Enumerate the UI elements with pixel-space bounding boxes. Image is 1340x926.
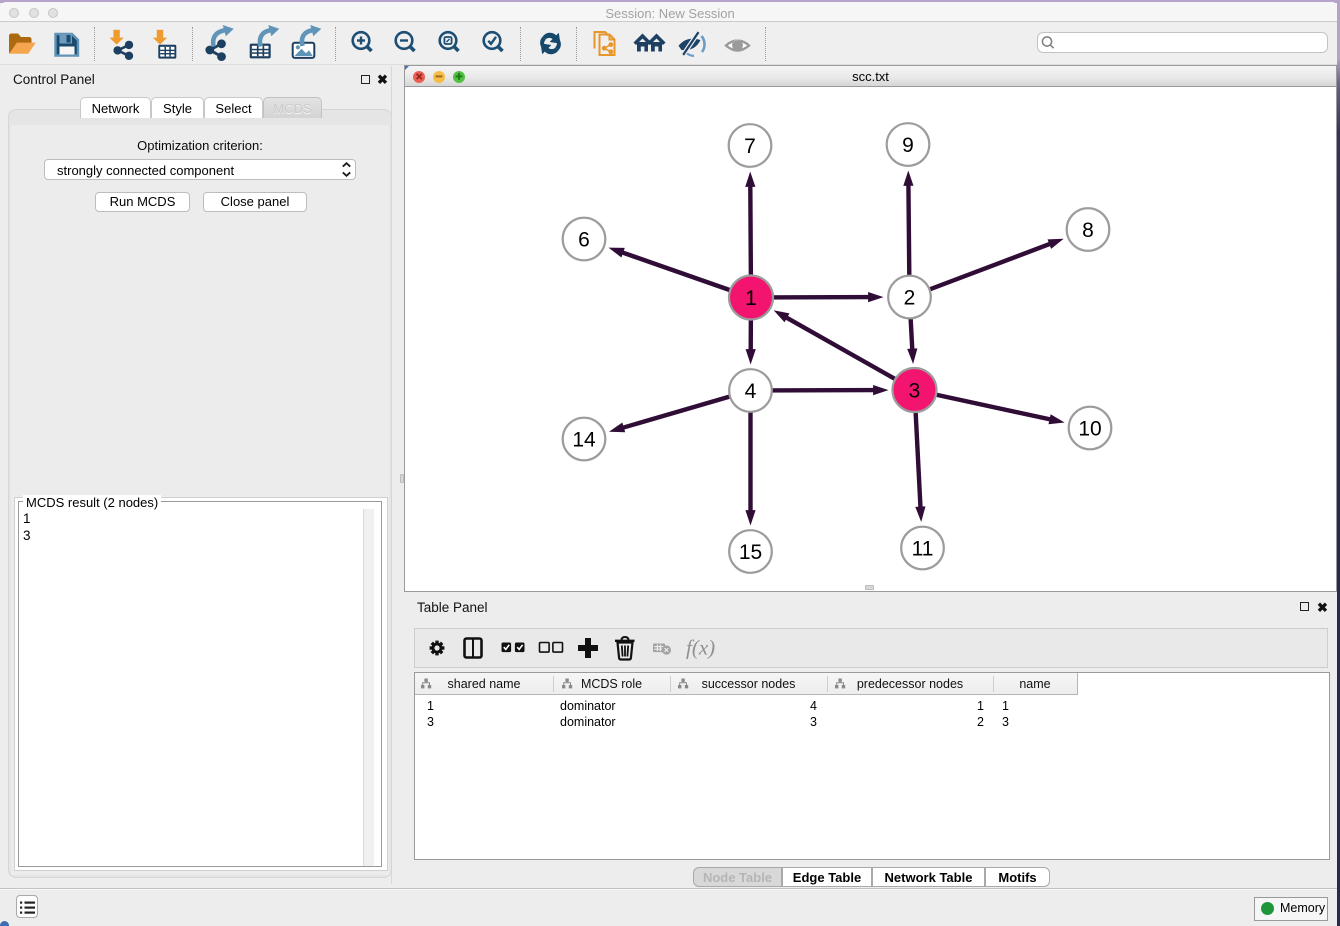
- svg-text:9: 9: [902, 134, 914, 157]
- svg-text:15: 15: [739, 541, 762, 564]
- svg-text:3: 3: [909, 380, 921, 403]
- svg-text:11: 11: [912, 538, 934, 561]
- svg-text:4: 4: [745, 380, 757, 403]
- svg-text:8: 8: [1082, 219, 1094, 242]
- svg-text:10: 10: [1078, 418, 1101, 441]
- svg-text:14: 14: [572, 429, 596, 452]
- svg-text:6: 6: [578, 229, 590, 252]
- svg-text:2: 2: [904, 287, 916, 310]
- svg-text:1: 1: [745, 287, 757, 310]
- svg-text:f(x): f(x): [686, 636, 715, 660]
- svg-text:7: 7: [744, 135, 756, 158]
